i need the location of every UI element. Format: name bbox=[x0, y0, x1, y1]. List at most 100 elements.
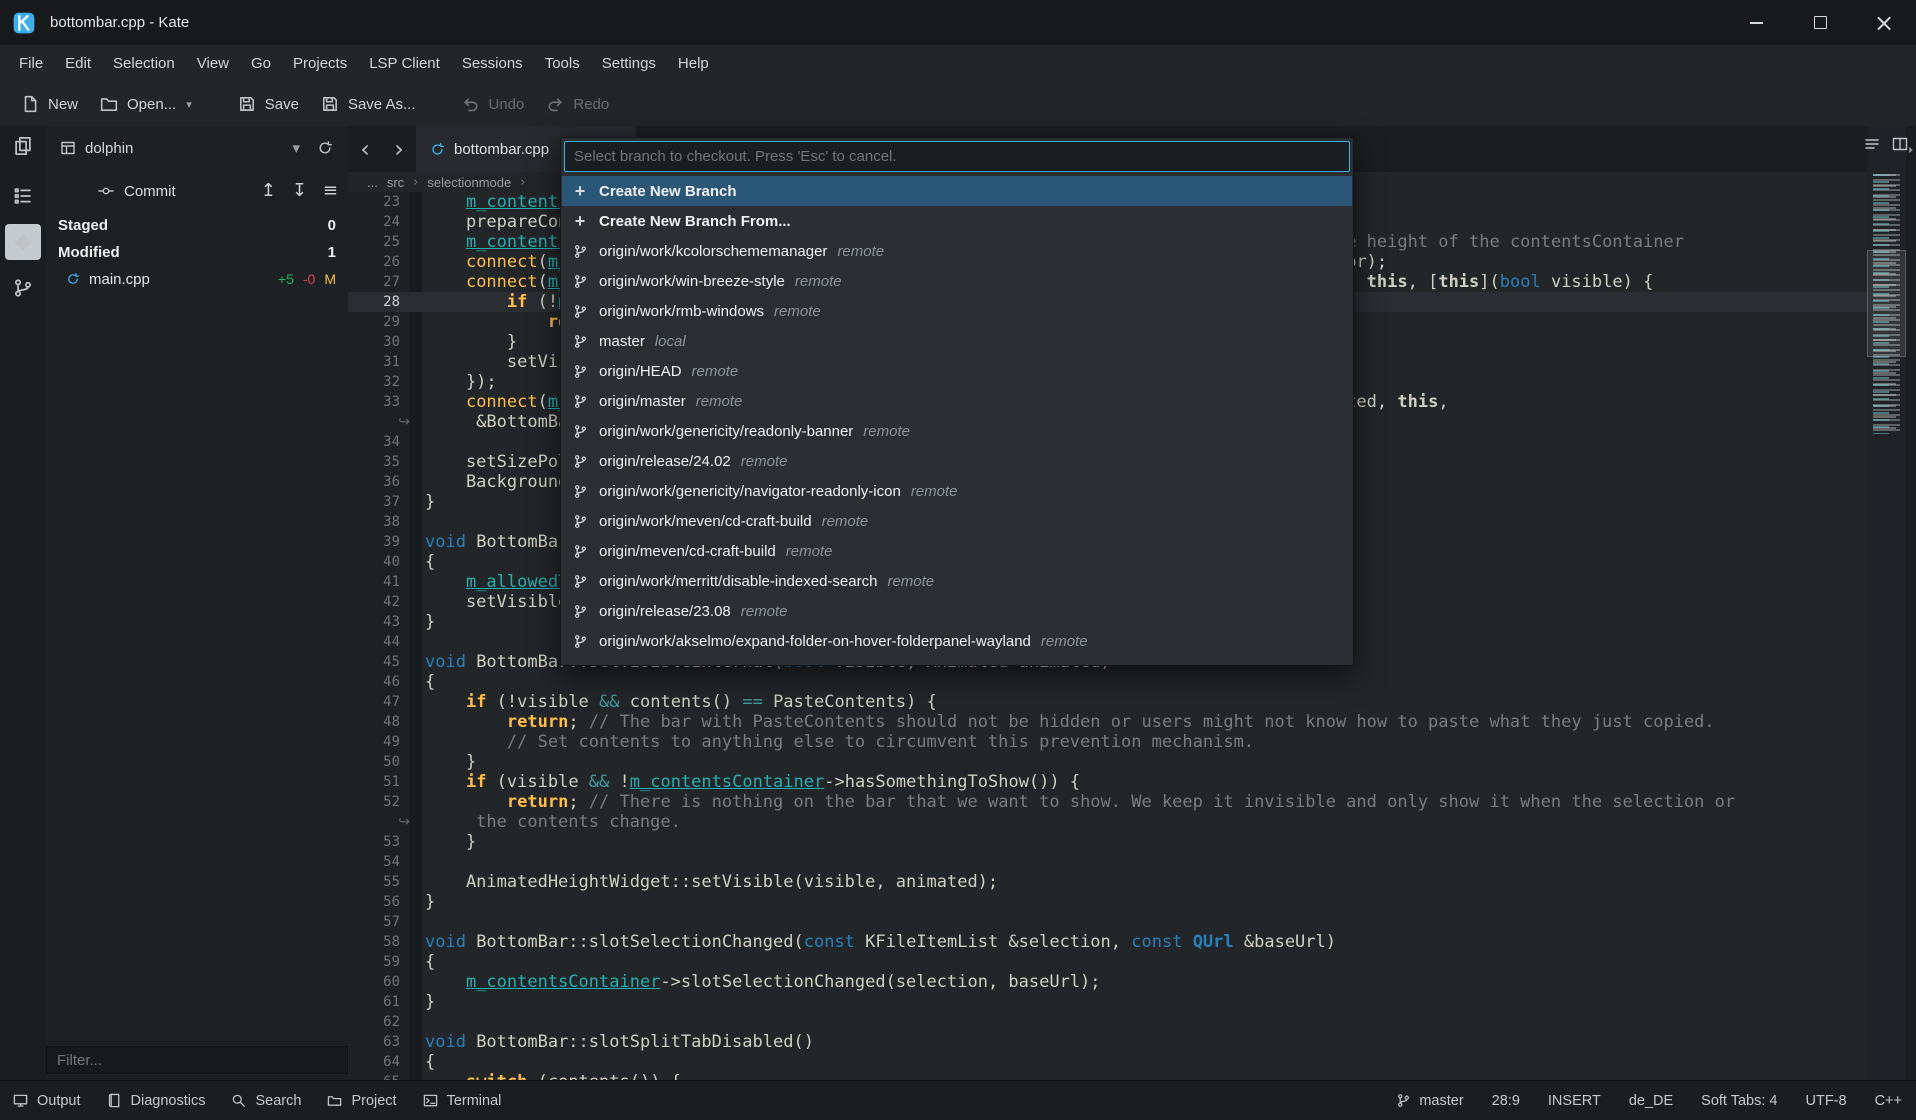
branch-filter-input[interactable] bbox=[564, 141, 1350, 172]
breadcrumb-item-selectionmode[interactable]: selectionmode bbox=[427, 175, 511, 190]
menubar: FileEditSelectionViewGoProjectsLSP Clien… bbox=[0, 45, 1916, 82]
code-row[interactable]: 53 } bbox=[348, 832, 1867, 852]
close-button[interactable]: × bbox=[1852, 0, 1916, 45]
documents-panel-button[interactable] bbox=[5, 128, 41, 164]
minimize-button[interactable] bbox=[1724, 0, 1788, 45]
new-button[interactable]: New bbox=[10, 89, 89, 119]
git-branch-indicator[interactable]: master bbox=[1382, 1093, 1477, 1109]
menu-settings[interactable]: Settings bbox=[591, 50, 667, 77]
undo-button[interactable]: Undo bbox=[451, 89, 536, 119]
pull-icon[interactable]: ↧ bbox=[292, 182, 307, 200]
menu-sessions[interactable]: Sessions bbox=[451, 50, 534, 77]
syntax-language[interactable]: C++ bbox=[1861, 1093, 1916, 1109]
code-row[interactable]: 60 m_contentsContainer->slotSelectionCha… bbox=[348, 972, 1867, 992]
branch-item[interactable]: origin/work/akselmo/expand-folder-on-hov… bbox=[562, 626, 1352, 656]
branch-item[interactable]: origin/work/rmb-windowsremote bbox=[562, 296, 1352, 326]
branch-item[interactable]: origin/work/genericity/readonly-bannerre… bbox=[562, 416, 1352, 446]
menu-view[interactable]: View bbox=[186, 50, 240, 77]
terminal-panel-button[interactable]: Terminal bbox=[410, 1081, 515, 1120]
branch-item[interactable]: origin/work/kcolorschememanagerremote bbox=[562, 236, 1352, 266]
code-row[interactable]: 55 AnimatedHeightWidget::setVisible(visi… bbox=[348, 872, 1867, 892]
branch-item[interactable]: origin/HEADremote bbox=[562, 356, 1352, 386]
diagnostics-panel-button[interactable]: Diagnostics bbox=[94, 1081, 219, 1120]
code-row[interactable]: 52 return; // There is nothing on the ba… bbox=[348, 792, 1867, 812]
code-line bbox=[422, 852, 1867, 872]
code-row[interactable]: 49 // Set contents to anything else to c… bbox=[348, 732, 1867, 752]
statusbar-right: master 28:9 INSERT de_DE Soft Tabs: 4 UT… bbox=[1382, 1093, 1916, 1109]
code-row[interactable]: 63void BottomBar::slotSplitTabDisabled() bbox=[348, 1032, 1867, 1052]
branch-item[interactable] bbox=[562, 656, 1352, 664]
open-button[interactable]: Open...▾ bbox=[89, 89, 203, 119]
refresh-button[interactable] bbox=[310, 133, 340, 163]
back-button[interactable]: ‹ bbox=[348, 126, 382, 172]
code-row[interactable]: 62 bbox=[348, 1012, 1867, 1032]
code-row[interactable]: 48 return; // The bar with PasteContents… bbox=[348, 712, 1867, 732]
commit-button[interactable]: Commit bbox=[98, 183, 176, 200]
modified-section[interactable]: Modified 1 bbox=[46, 239, 348, 266]
code-wrap-row[interactable]: ↪the contents change. bbox=[348, 812, 1867, 832]
tab-settings[interactable]: Soft Tabs: 4 bbox=[1687, 1093, 1791, 1109]
code-row[interactable]: 61} bbox=[348, 992, 1867, 1012]
input-mode[interactable]: INSERT bbox=[1534, 1093, 1615, 1109]
breadcrumb-ellipsis[interactable]: ... bbox=[367, 175, 378, 190]
save-as-button[interactable]: Save As... bbox=[310, 89, 427, 119]
git-panel-button[interactable] bbox=[5, 224, 41, 260]
menu-tools[interactable]: Tools bbox=[534, 50, 591, 77]
forward-button[interactable]: › bbox=[382, 126, 416, 172]
symbols-panel-button[interactable] bbox=[5, 178, 41, 214]
output-panel-button[interactable]: Output bbox=[0, 1081, 94, 1120]
project-tree-panel-button[interactable] bbox=[5, 270, 41, 306]
branch-item[interactable]: origin/work/win-breeze-styleremote bbox=[562, 266, 1352, 296]
filter-input[interactable] bbox=[46, 1046, 348, 1074]
branch-item[interactable]: origin/masterremote bbox=[562, 386, 1352, 416]
code-row[interactable]: 57 bbox=[348, 912, 1867, 932]
cursor-position[interactable]: 28:9 bbox=[1478, 1093, 1534, 1109]
code-row[interactable]: 56} bbox=[348, 892, 1867, 912]
menu-file[interactable]: File bbox=[8, 50, 54, 77]
document-list-icon[interactable] bbox=[1864, 136, 1880, 152]
menu-help[interactable]: Help bbox=[667, 50, 720, 77]
statusbar-left: OutputDiagnosticsSearchProjectTerminal bbox=[0, 1081, 514, 1120]
staged-section[interactable]: Staged 0 bbox=[46, 212, 348, 239]
branch-item[interactable]: origin/work/meven/cd-craft-buildremote bbox=[562, 506, 1352, 536]
code-row[interactable]: 58void BottomBar::slotSelectionChanged(c… bbox=[348, 932, 1867, 952]
git-menu-icon[interactable]: ≡ bbox=[323, 182, 338, 200]
project-panel-button[interactable]: Project bbox=[314, 1081, 409, 1120]
breadcrumb-item-src[interactable]: src bbox=[387, 175, 404, 190]
branch-item[interactable]: masterlocal bbox=[562, 326, 1352, 356]
menu-projects[interactable]: Projects bbox=[282, 50, 358, 77]
branch-item[interactable]: origin/release/23.08remote bbox=[562, 596, 1352, 626]
menu-lsp-client[interactable]: LSP Client bbox=[358, 50, 451, 77]
branch-item[interactable]: origin/release/24.02remote bbox=[562, 446, 1352, 476]
code-row[interactable]: 51 if (visible && !m_contentsContainer->… bbox=[348, 772, 1867, 792]
dictionary[interactable]: de_DE bbox=[1615, 1093, 1687, 1109]
branch-item[interactable]: origin/work/merritt/disable-indexed-sear… bbox=[562, 566, 1352, 596]
code-row[interactable]: 59{ bbox=[348, 952, 1867, 972]
menu-selection[interactable]: Selection bbox=[102, 50, 186, 77]
modified-count: 1 bbox=[328, 244, 336, 261]
minimap-viewport[interactable] bbox=[1867, 250, 1906, 357]
code-row[interactable]: 46{ bbox=[348, 672, 1867, 692]
code-row[interactable]: 47 if (!visible && contents() == PasteCo… bbox=[348, 692, 1867, 712]
save-button[interactable]: Save bbox=[227, 89, 310, 119]
code-row[interactable]: 54 bbox=[348, 852, 1867, 872]
menu-edit[interactable]: Edit bbox=[54, 50, 102, 77]
maximize-button[interactable] bbox=[1788, 0, 1852, 45]
project-name: dolphin bbox=[85, 140, 133, 157]
code-row[interactable]: 50 } bbox=[348, 752, 1867, 772]
code-row[interactable]: 65 switch (contents()) { bbox=[348, 1072, 1867, 1080]
search-panel-button[interactable]: Search bbox=[218, 1081, 314, 1120]
menu-go[interactable]: Go bbox=[240, 50, 282, 77]
git-file-row[interactable]: main.cpp+5-0M bbox=[46, 266, 348, 292]
push-icon[interactable]: ↥ bbox=[261, 182, 276, 200]
encoding[interactable]: UTF-8 bbox=[1791, 1093, 1860, 1109]
project-selector[interactable]: dolphin ▾ bbox=[54, 133, 306, 163]
split-view-icon[interactable] bbox=[1892, 136, 1908, 152]
branch-item[interactable]: origin/work/genericity/navigator-readonl… bbox=[562, 476, 1352, 506]
branch-action-item[interactable]: +Create New Branch From... bbox=[562, 206, 1352, 236]
branch-action-item[interactable]: +Create New Branch bbox=[562, 176, 1352, 206]
redo-button[interactable]: Redo bbox=[535, 89, 620, 119]
minimap-scrollbar[interactable] bbox=[1867, 126, 1906, 1080]
branch-item[interactable]: origin/meven/cd-craft-buildremote bbox=[562, 536, 1352, 566]
code-row[interactable]: 64{ bbox=[348, 1052, 1867, 1072]
